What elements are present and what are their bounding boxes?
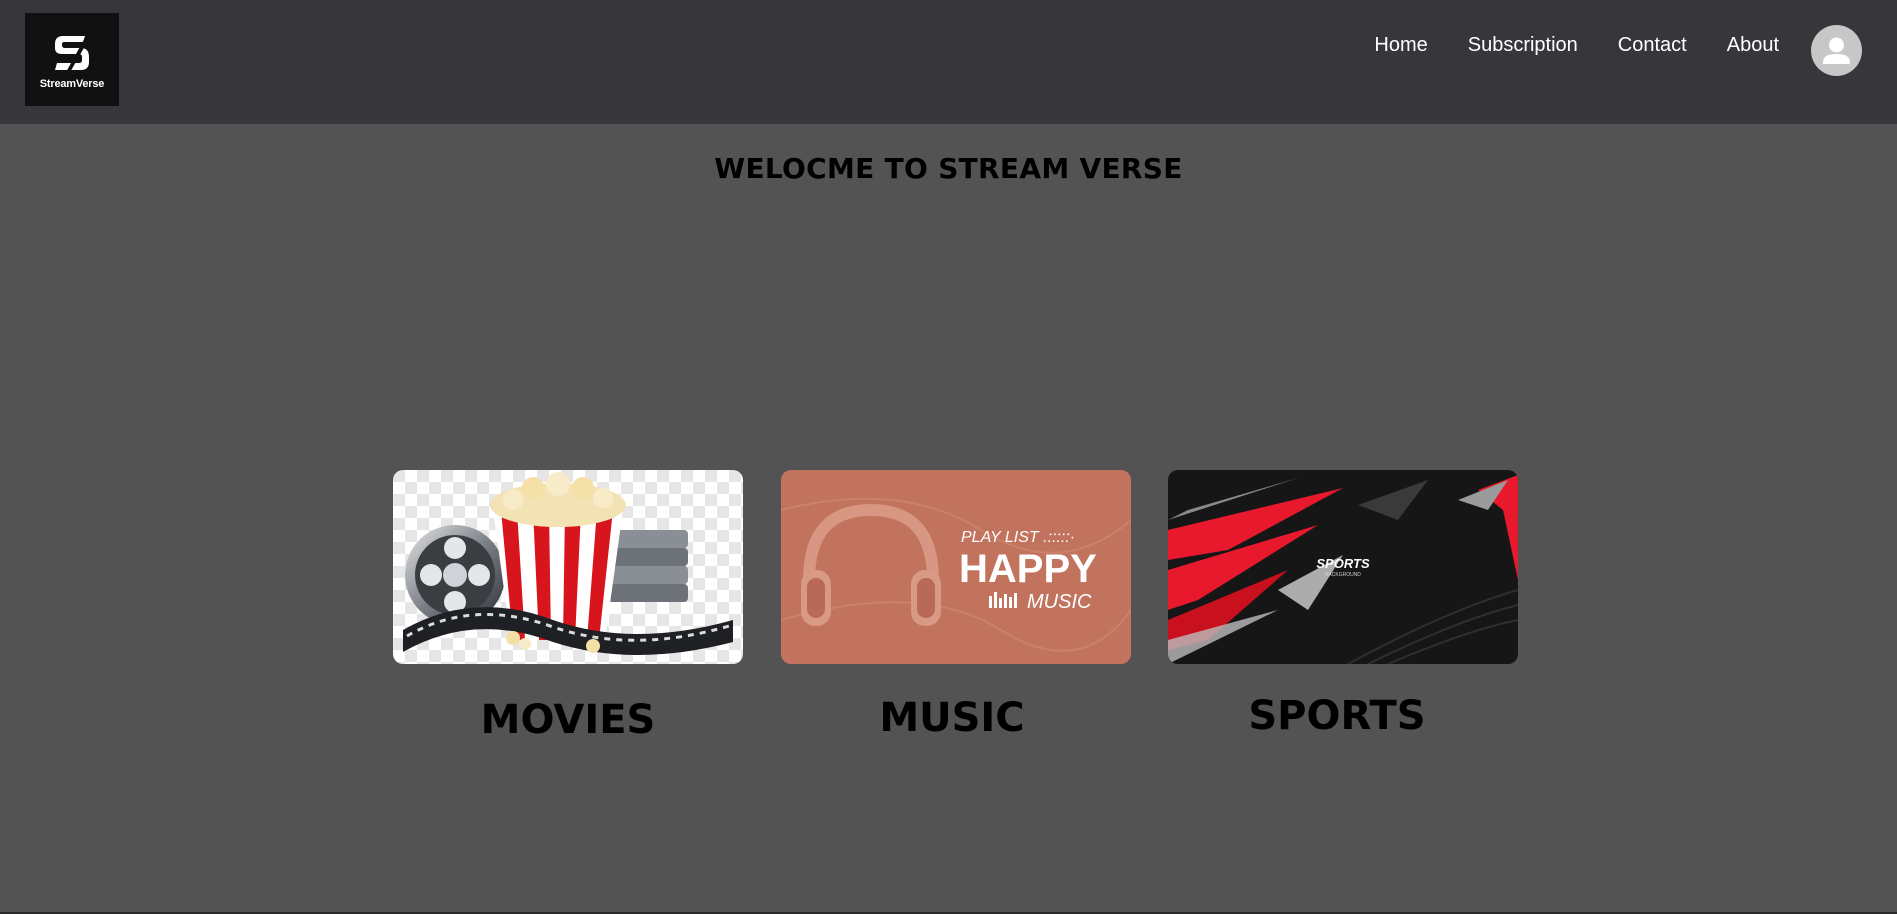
music-card-image[interactable]: PLAY LIST .:::::· HAPPY MUSIC <box>781 470 1131 664</box>
streamverse-logo[interactable]: StreamVerse <box>25 13 119 106</box>
sports-card-image[interactable]: SPORTS BACKGROUND <box>1168 470 1518 664</box>
music-banner-line2: HAPPY <box>959 547 1097 591</box>
welcome-heading: WELOCME TO STREAM VERSE <box>714 152 1183 185</box>
nav-contact-link[interactable]: Contact <box>1618 32 1687 58</box>
nav-subscription-link[interactable]: Subscription <box>1468 32 1578 58</box>
music-label[interactable]: MUSIC <box>777 695 1127 741</box>
top-navbar: StreamVerse Home Subscription Contact Ab… <box>0 0 1897 124</box>
logo-s-icon <box>55 31 93 74</box>
sports-banner-title: SPORTS <box>1316 556 1370 571</box>
sports-banner-subtitle: BACKGROUND <box>1325 572 1361 578</box>
movies-label[interactable]: MOVIES <box>393 697 743 743</box>
main-nav: Home Subscription Contact About <box>1374 32 1779 58</box>
user-avatar-icon[interactable] <box>1811 25 1862 76</box>
sports-label[interactable]: SPORTS <box>1162 693 1512 739</box>
nav-about-link[interactable]: About <box>1727 32 1779 58</box>
music-banner-line3: MUSIC <box>1027 591 1092 613</box>
movies-card-image[interactable] <box>393 470 743 664</box>
music-banner-line1: PLAY LIST .:::::· <box>961 529 1075 546</box>
logo-wordmark: StreamVerse <box>39 77 105 90</box>
nav-home-link[interactable]: Home <box>1374 32 1427 58</box>
